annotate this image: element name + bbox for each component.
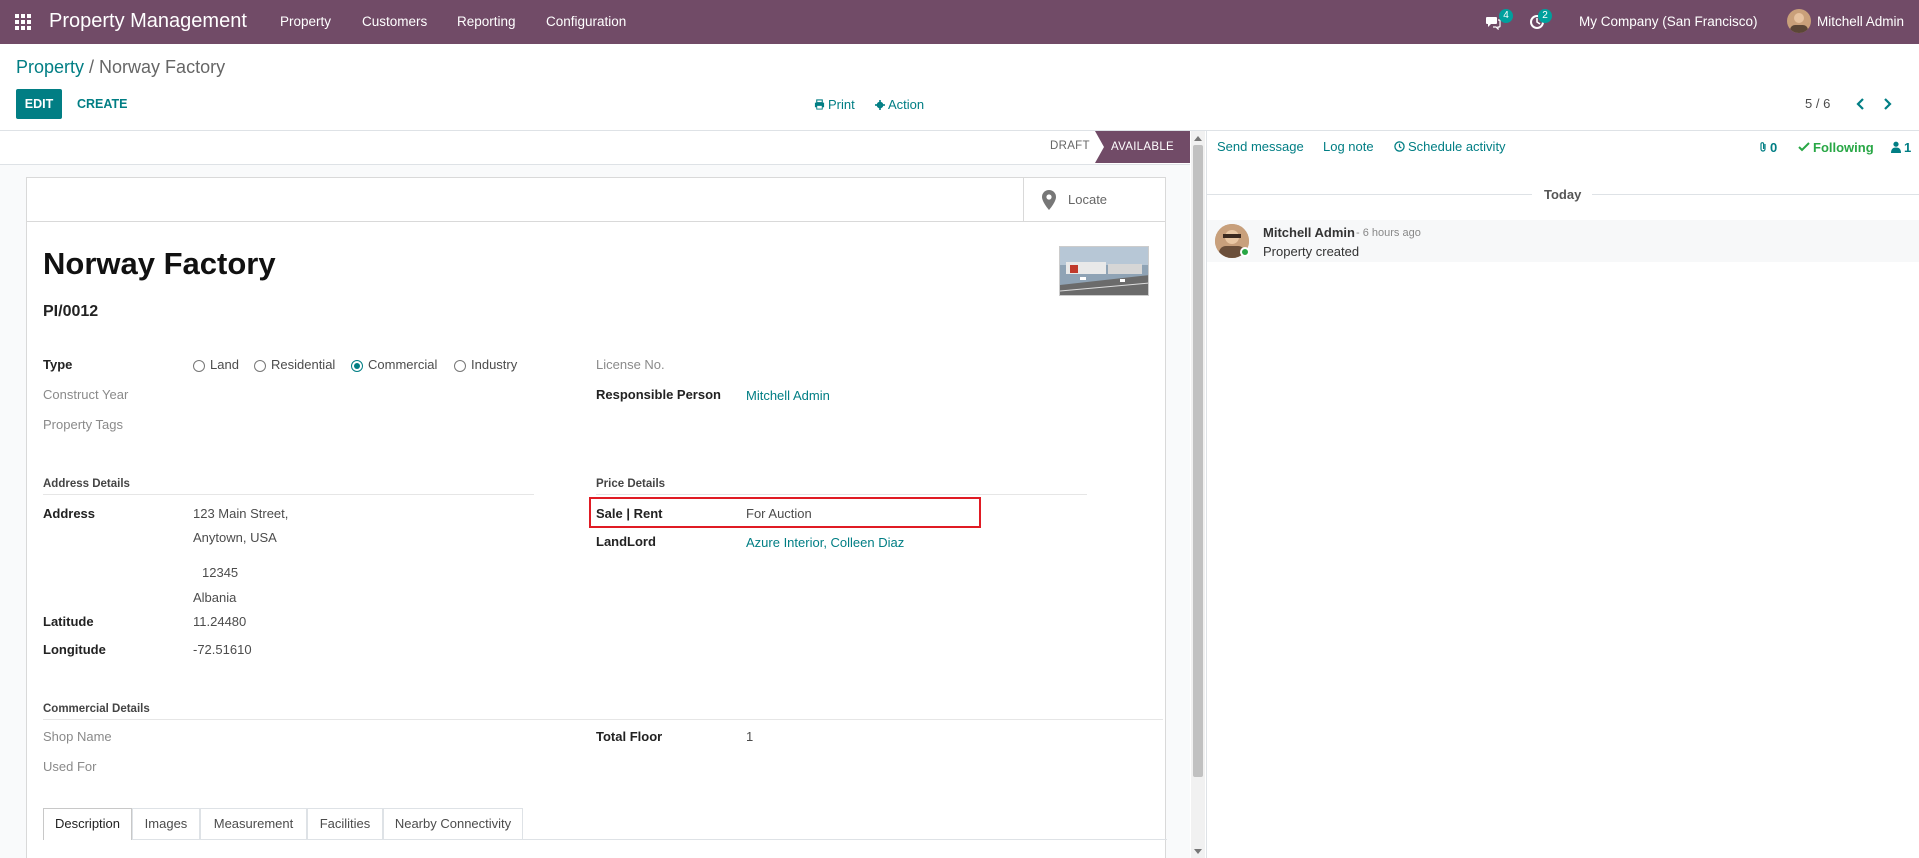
log-note-button[interactable]: Log note — [1323, 139, 1374, 154]
type-option-land[interactable]: Land — [210, 357, 239, 372]
edit-button[interactable]: EDIT — [16, 89, 62, 119]
type-radio-industry[interactable] — [454, 360, 466, 372]
scroll-down-arrow-icon[interactable] — [1194, 849, 1202, 854]
button-box — [27, 178, 1166, 222]
responsible-person-label: Responsible Person — [596, 387, 721, 402]
following-button[interactable]: Following — [1813, 140, 1874, 155]
commercial-details-separator — [43, 719, 1163, 720]
total-floor-value: 1 — [746, 729, 754, 744]
stage-available[interactable]: AVAILABLE — [1095, 131, 1190, 163]
tab-nearby-connectivity[interactable]: Nearby Connectivity — [383, 808, 523, 839]
property-tags-label: Property Tags — [43, 417, 123, 432]
property-code: PI/0012 — [43, 303, 99, 320]
tabs-baseline — [43, 839, 1167, 840]
breadcrumb-separator: / — [84, 57, 100, 77]
activities-badge: 2 — [1538, 9, 1552, 23]
price-details-title: Price Details — [596, 478, 666, 490]
message-body: Property created — [1263, 244, 1360, 259]
action-button[interactable]: Action — [888, 97, 924, 112]
scroll-up-arrow-icon[interactable] — [1194, 136, 1202, 141]
date-separator-line-left — [1207, 194, 1532, 195]
pager-value[interactable]: 5 / 6 — [1805, 96, 1830, 111]
online-status-icon — [1240, 247, 1250, 257]
menu-customers[interactable]: Customers — [362, 14, 427, 29]
user-avatar[interactable] — [1787, 9, 1811, 33]
address-street: 123 Main Street, — [193, 506, 289, 521]
top-navbar: Property Management Property Customers R… — [0, 0, 1919, 44]
breadcrumb-current: Norway Factory — [99, 57, 226, 77]
used-for-label: Used For — [43, 759, 97, 774]
sale-rent-highlight — [589, 497, 981, 528]
pager-previous-icon[interactable] — [1855, 97, 1865, 111]
form-scrollbar-thumb[interactable] — [1193, 145, 1203, 777]
app-name[interactable]: Property Management — [49, 10, 247, 33]
paperclip-icon[interactable] — [1758, 141, 1768, 153]
print-icon[interactable] — [814, 99, 825, 110]
type-option-residential[interactable]: Residential — [271, 357, 335, 372]
commercial-details-title: Commercial Details — [43, 703, 150, 715]
tab-images[interactable]: Images — [132, 808, 200, 839]
type-option-industry[interactable]: Industry — [471, 357, 517, 372]
print-button[interactable]: Print — [828, 97, 855, 112]
gear-icon[interactable] — [875, 100, 885, 110]
check-icon[interactable] — [1798, 142, 1810, 152]
tab-facilities[interactable]: Facilities — [307, 808, 383, 839]
type-label: Type — [43, 357, 73, 372]
type-radio-residential[interactable] — [254, 360, 266, 372]
type-option-commercial[interactable]: Commercial — [368, 357, 437, 372]
messages-badge: 4 — [1499, 9, 1513, 23]
message-time: - 6 hours ago — [1356, 227, 1421, 239]
followers-count[interactable]: 1 — [1904, 140, 1911, 155]
longitude-label: Longitude — [43, 642, 106, 657]
date-separator: Today — [1544, 187, 1582, 202]
landlord-value[interactable]: Azure Interior, Colleen Diaz — [746, 535, 904, 550]
create-button[interactable]: CREATE — [77, 97, 127, 111]
latitude-value: 11.24480 — [193, 614, 247, 629]
type-radio-commercial[interactable] — [351, 360, 363, 372]
type-radio-land[interactable] — [193, 360, 205, 372]
menu-reporting[interactable]: Reporting — [457, 14, 516, 29]
construct-year-label: Construct Year — [43, 387, 129, 402]
user-icon[interactable] — [1891, 141, 1901, 153]
user-menu[interactable]: Mitchell Admin — [1817, 14, 1904, 29]
stage-draft[interactable]: DRAFT — [1050, 140, 1090, 152]
address-details-title: Address Details — [43, 478, 130, 490]
property-name[interactable]: Norway Factory — [43, 246, 276, 282]
message-author[interactable]: Mitchell Admin — [1263, 225, 1355, 240]
shop-name-label: Shop Name — [43, 729, 112, 744]
tab-description[interactable]: Description — [43, 808, 132, 840]
address-zip: 12345 — [202, 565, 239, 580]
map-marker-icon — [1042, 190, 1056, 210]
tab-measurement[interactable]: Measurement — [200, 808, 307, 839]
company-switcher[interactable]: My Company (San Francisco) — [1579, 14, 1758, 29]
schedule-activity-button[interactable]: Schedule activity — [1408, 139, 1506, 154]
landlord-label: LandLord — [596, 534, 656, 549]
license-label: License No. — [596, 357, 665, 372]
app-menu-icon[interactable] — [15, 14, 31, 30]
property-image[interactable] — [1059, 246, 1149, 296]
address-country: Albania — [193, 590, 237, 605]
date-separator-line-right — [1592, 194, 1919, 195]
breadcrumb-parent[interactable]: Property — [16, 57, 84, 77]
locate-button[interactable]: Locate — [1023, 178, 1166, 222]
responsible-person-value[interactable]: Mitchell Admin — [746, 388, 830, 403]
latitude-label: Latitude — [43, 614, 94, 629]
address-details-separator — [43, 494, 534, 495]
price-details-separator — [596, 494, 1087, 495]
longitude-value: -72.51610 — [193, 642, 252, 657]
send-message-button[interactable]: Send message — [1217, 139, 1304, 154]
menu-configuration[interactable]: Configuration — [546, 14, 626, 29]
menu-property[interactable]: Property — [280, 14, 331, 29]
attachments-count[interactable]: 0 — [1770, 140, 1777, 155]
clock-icon[interactable] — [1394, 141, 1405, 152]
breadcrumb: Property / Norway Factory — [16, 57, 225, 78]
total-floor-label: Total Floor — [596, 729, 663, 744]
address-city: Anytown, USA — [193, 530, 277, 545]
status-bar — [0, 131, 1190, 165]
locate-label: Locate — [1068, 192, 1108, 207]
address-label: Address — [43, 506, 96, 521]
pager-next-icon[interactable] — [1883, 97, 1893, 111]
